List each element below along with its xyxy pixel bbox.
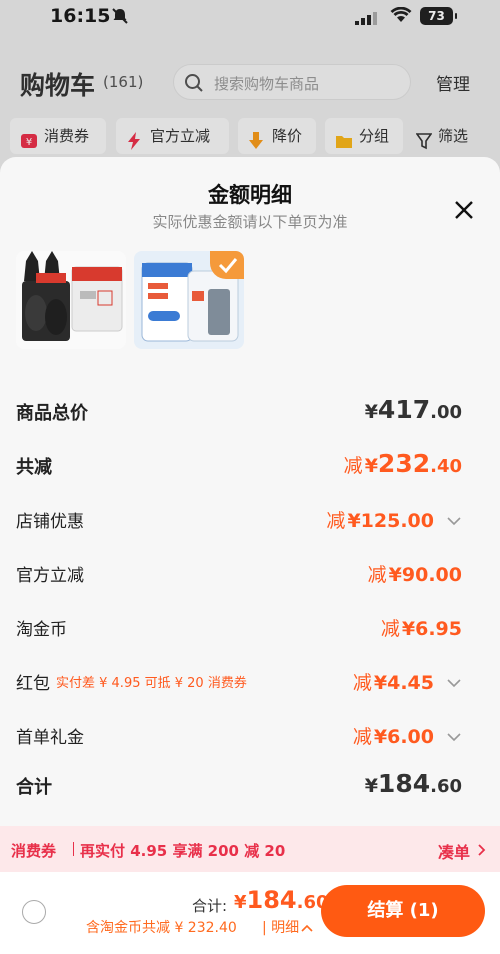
add-items-link[interactable]: 凑单 — [438, 839, 470, 863]
goods-total-value: ¥417.00 — [364, 395, 462, 424]
checkout-button[interactable]: 结算 (1) — [321, 885, 485, 937]
grand-total-value: ¥184.60 — [364, 769, 462, 798]
row-total-discount: 共减 减 ¥232.40 — [16, 449, 462, 478]
sheet-subtitle: 实际优惠金额请以下单页为准 — [152, 213, 348, 231]
row-official-discount: 官方立减 减 ¥90.00 — [16, 564, 462, 586]
coupon-tag: 消费券 — [11, 842, 57, 860]
row-red-packet[interactable]: 红包 实付差 ¥ 4.95 可抵 ¥ 20 消费券 减 ¥4.45 — [16, 665, 462, 697]
checkout-bar: 合计: ¥184.60 含淘金币共减 ¥ 232.40 | 明细 结算 (1) — [0, 872, 500, 954]
select-all-checkbox[interactable] — [22, 900, 46, 924]
coupon-banner[interactable]: 消费券 再实付 4.95 享满 200 减 20 凑单 — [0, 826, 500, 872]
close-icon[interactable] — [453, 199, 475, 225]
product-thumbnail[interactable] — [134, 251, 244, 349]
chevron-down-icon[interactable] — [446, 727, 462, 746]
coupon-text: 再实付 4.95 享满 200 减 20 — [80, 842, 286, 860]
detail-toggle[interactable]: | 明细 — [262, 917, 313, 937]
chevron-down-icon[interactable] — [446, 673, 462, 692]
selected-check-icon — [210, 251, 244, 279]
sheet-title: 金额明细 — [208, 183, 292, 207]
chevron-right-icon — [477, 842, 486, 861]
row-goods-total: 商品总价 ¥417.00 — [16, 395, 462, 424]
total-amount: ¥184.60 — [234, 886, 329, 914]
total-discount-value: 减 ¥232.40 — [343, 449, 462, 478]
row-first-order-gift[interactable]: 首单礼金 减 ¥6.00 — [16, 719, 462, 751]
total-label: 合计: — [192, 897, 228, 915]
chevron-up-icon — [301, 924, 313, 932]
product-thumbnail[interactable] — [16, 251, 126, 349]
chevron-down-icon[interactable] — [446, 511, 462, 530]
red-packet-note: 实付差 ¥ 4.95 可抵 ¥ 20 消费券 — [56, 676, 247, 691]
row-taojinbi: 淘金币 减 ¥6.95 — [16, 618, 462, 640]
row-shop-discount[interactable]: 店铺优惠 减 ¥125.00 — [16, 503, 462, 535]
discount-summary: 含淘金币共减 ¥ 232.40 — [86, 920, 237, 936]
row-grand-total: 合计 ¥184.60 — [16, 769, 462, 798]
